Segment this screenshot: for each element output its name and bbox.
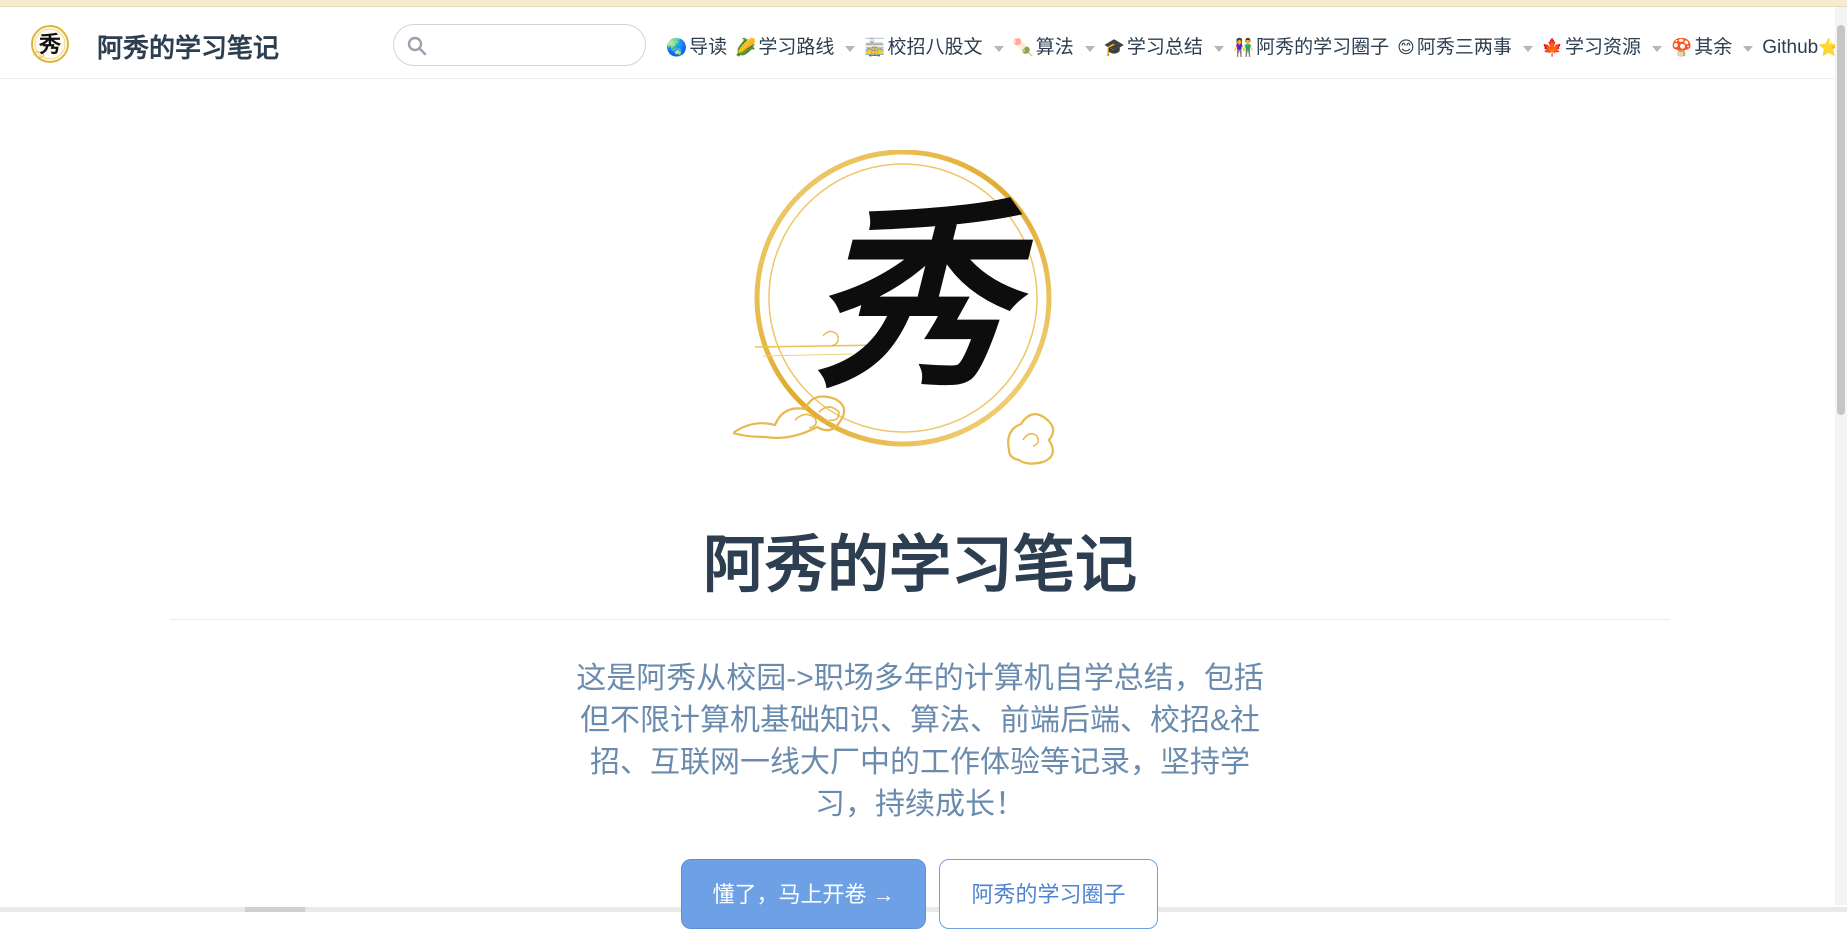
chevron-down-icon (1523, 46, 1533, 52)
hero-description: 这是阿秀从校园->职场多年的计算机自学总结，包括但不限计算机基础知识、算法、前端… (570, 658, 1270, 826)
nav-item-interview[interactable]: 🚋 校招八股文 (864, 36, 1012, 60)
nav-item-label: 导读 (689, 36, 727, 60)
navbar: 秀 阿秀的学习笔记 🌏 导读 🌽 学习路线 🚋 校招八股文 🍡 算法 (0, 7, 1847, 79)
site-title[interactable]: 阿秀的学习笔记 (97, 33, 279, 63)
start-reading-button[interactable]: 懂了，马上开卷 → (681, 859, 926, 929)
hero-title: 阿秀的学习笔记 (0, 528, 1840, 604)
vertical-scrollbar[interactable] (1835, 7, 1847, 905)
nav-item-stories[interactable]: 😊 阿秀三两事 (1397, 36, 1542, 60)
hero-logo-glyph: 秀 (811, 181, 1034, 416)
tram-icon: 🚋 (864, 36, 885, 60)
chevron-down-icon (994, 46, 1004, 52)
nav-item-label: 其余 (1694, 36, 1732, 60)
nav-item-label: 校招八股文 (888, 36, 983, 60)
couple-icon: 👫 (1233, 36, 1254, 60)
nav-item-label: 阿秀的学习圈子 (1256, 36, 1389, 60)
hero-divider (170, 619, 1670, 620)
corn-icon: 🌽 (735, 36, 756, 60)
nav-item-others[interactable]: 🍄 其余 (1671, 36, 1762, 60)
nav-item-label: 学习资源 (1565, 36, 1641, 60)
brand-logo-glyph: 秀 (38, 32, 61, 58)
nav-links: 🌏 导读 🌽 学习路线 🚋 校招八股文 🍡 算法 🎓 学习总结 👫 阿秀的学习圈… (666, 33, 1847, 63)
brand-logo[interactable]: 秀 (28, 22, 72, 66)
scrollbar-thumb[interactable] (1837, 25, 1845, 415)
chevron-down-icon (1085, 46, 1095, 52)
nav-item-algorithm[interactable]: 🍡 算法 (1013, 36, 1104, 60)
search-icon (407, 36, 427, 56)
chevron-down-icon (1652, 46, 1662, 52)
nav-item-learning-path[interactable]: 🌽 学习路线 (735, 36, 864, 60)
nav-item-summary[interactable]: 🎓 学习总结 (1104, 36, 1233, 60)
search-box[interactable] (393, 24, 646, 66)
nav-item-label: 阿秀三两事 (1417, 36, 1512, 60)
globe-icon: 🌏 (666, 36, 687, 60)
study-circle-button[interactable]: 阿秀的学习圈子 (939, 859, 1158, 929)
nav-item-resources[interactable]: 🍁 学习资源 (1542, 36, 1671, 60)
smile-icon: 😊 (1397, 36, 1415, 60)
graduation-cap-icon: 🎓 (1104, 36, 1125, 60)
search-input[interactable] (436, 31, 636, 59)
window-top-strip (0, 0, 1847, 7)
nav-item-label: 学习路线 (758, 36, 834, 60)
nav-item-guide[interactable]: 🌏 导读 (666, 36, 727, 60)
nav-item-label: Github (1762, 36, 1818, 60)
dango-icon: 🍡 (1013, 36, 1034, 60)
chevron-down-icon (845, 46, 855, 52)
mushroom-icon: 🍄 (1671, 36, 1692, 60)
chevron-down-icon (1743, 46, 1753, 52)
maple-leaf-icon: 🍁 (1542, 36, 1563, 60)
nav-item-label: 学习总结 (1127, 36, 1203, 60)
nav-item-circle[interactable]: 👫 阿秀的学习圈子 (1233, 36, 1389, 60)
horizontal-scrollbar-thumb[interactable] (245, 907, 305, 912)
nav-item-label: 算法 (1036, 36, 1074, 60)
hero-logo: 秀 (733, 150, 1073, 480)
chevron-down-icon (1214, 46, 1224, 52)
